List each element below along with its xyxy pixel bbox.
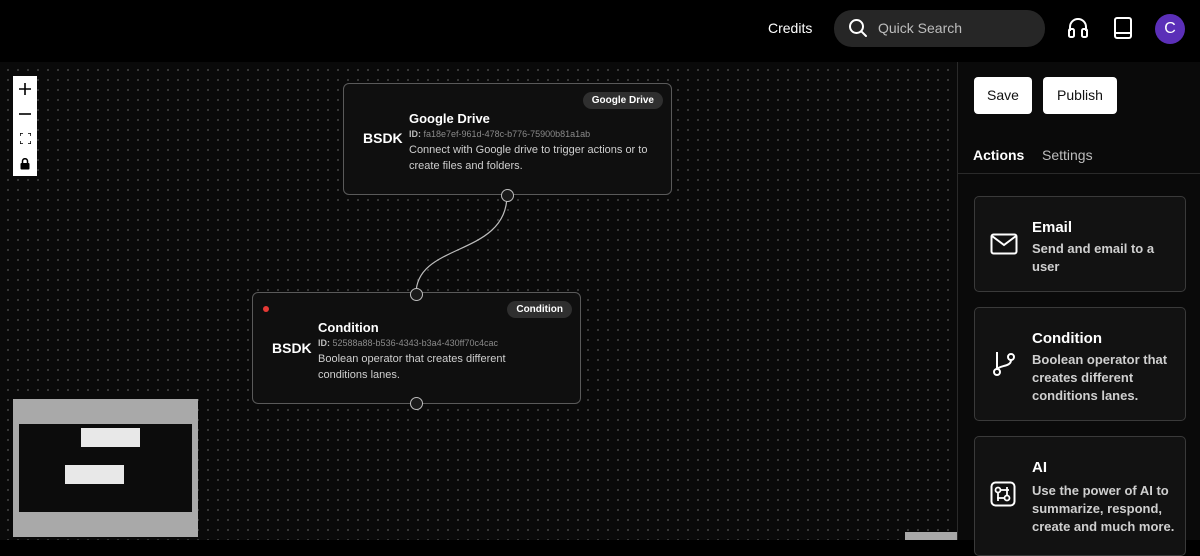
action-card-email[interactable]: Email Send and email to a user (974, 196, 1186, 292)
node-condition[interactable]: Condition BSDK Condition ID: 52588a88-b5… (252, 292, 581, 404)
node-id: ID: 52588a88-b536-4343-b3a4-430ff70c4cac (318, 338, 498, 348)
tab-settings[interactable]: Settings (1042, 147, 1093, 163)
card-title: Email (1032, 219, 1073, 236)
node-title: Google Drive (409, 111, 490, 126)
node-description: Connect with Google drive to trigger act… (409, 144, 648, 172)
node-output-handle[interactable] (501, 189, 514, 202)
node-badge: Condition (507, 301, 572, 318)
node-description: Boolean operator that creates different … (318, 353, 506, 381)
node-logo: BSDK (272, 340, 312, 356)
save-button[interactable]: Save (974, 77, 1032, 114)
card-description: Use the power of AI to summarize, respon… (1032, 483, 1175, 534)
card-title: AI (1032, 459, 1047, 476)
node-id-value: fa18e7ef-961d-478c-b776-75900b81a1ab (423, 129, 591, 139)
node-title: Condition (318, 320, 379, 335)
credits-link[interactable]: Credits (768, 20, 812, 36)
node-input-handle[interactable] (410, 288, 423, 301)
right-panel: Save Publish Actions Settings Email Send… (957, 62, 1200, 556)
avatar[interactable]: C (1155, 14, 1185, 44)
git-branch-icon (993, 352, 1015, 376)
minimap-node (81, 428, 140, 447)
node-google-drive[interactable]: Google Drive BSDK Google Drive ID: fa18e… (343, 83, 672, 195)
card-title: Condition (1032, 330, 1102, 347)
minimap-viewport (19, 424, 192, 512)
error-indicator (263, 306, 269, 312)
mail-icon (990, 233, 1018, 255)
card-description: Boolean operator that creates different … (1032, 352, 1168, 403)
book-icon[interactable] (1113, 16, 1133, 40)
minimap-node (65, 465, 124, 484)
node-id-label: ID: (409, 129, 421, 139)
card-description: Send and email to a user (1032, 241, 1155, 274)
tab-divider (958, 173, 1200, 174)
attribution (905, 532, 957, 540)
node-logo: BSDK (363, 130, 403, 146)
search-icon (849, 19, 867, 37)
node-id-label: ID: (318, 338, 330, 348)
tab-actions[interactable]: Actions (973, 147, 1024, 163)
minimap[interactable] (13, 399, 198, 537)
top-bar: Credits C (0, 0, 1200, 62)
node-id: ID: fa18e7ef-961d-478c-b776-75900b81a1ab (409, 129, 590, 139)
search-input[interactable] (878, 18, 1028, 38)
flow-canvas[interactable]: Google Drive BSDK Google Drive ID: fa18e… (0, 62, 957, 540)
action-card-condition[interactable]: Condition Boolean operator that creates … (974, 307, 1186, 421)
node-id-value: 52588a88-b536-4343-b3a4-430ff70c4cac (332, 338, 498, 348)
node-output-handle[interactable] (410, 397, 423, 410)
ai-icon (990, 481, 1016, 507)
action-card-ai[interactable]: AI Use the power of AI to summarize, res… (974, 436, 1186, 556)
node-badge: Google Drive (582, 92, 663, 109)
headset-icon[interactable] (1067, 16, 1089, 40)
publish-button[interactable]: Publish (1043, 77, 1117, 114)
quick-search[interactable] (834, 10, 1045, 47)
